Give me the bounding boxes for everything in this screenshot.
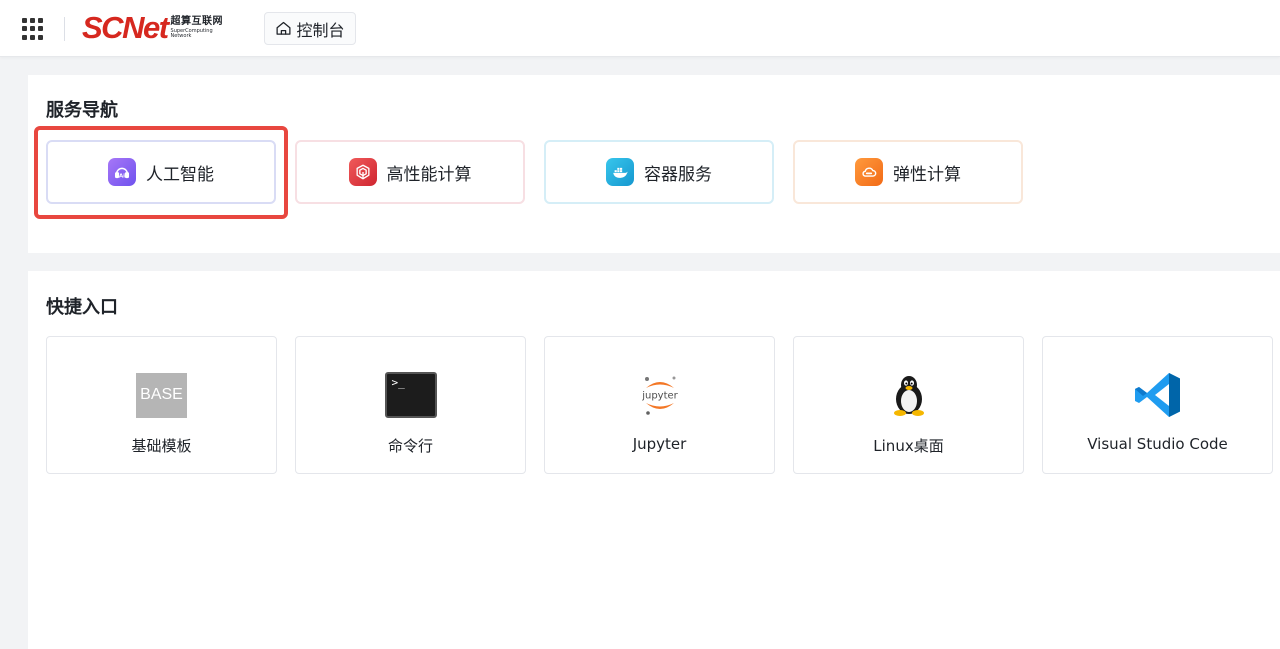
svg-text:Ai: Ai: [119, 173, 125, 179]
nav-card-container-label: 容器服务: [644, 164, 712, 185]
nav-card-elastic[interactable]: 弹性计算: [793, 140, 1023, 204]
nav-card-ai[interactable]: Ai 人工智能: [46, 140, 276, 204]
logo-subtitle: 超算互联网 SuperComputing Network: [171, 17, 224, 39]
quick-access-title: 快捷入口: [46, 297, 118, 318]
docker-icon: [606, 158, 634, 186]
nav-card-ai-label: 人工智能: [146, 164, 214, 185]
logo-text: SCNet: [82, 10, 169, 45]
base-badge-text: BASE: [136, 372, 187, 418]
logo-chinese-name: 超算互联网: [170, 16, 224, 27]
hpc-icon: [348, 158, 377, 186]
top-bar: SCNet 超算互联网 SuperComputing Network 控制台: [0, 0, 1280, 57]
quick-card-vscode-label: Visual Studio Code: [1087, 435, 1228, 453]
home-icon: [276, 21, 291, 35]
quick-access-panel: 快捷入口 BASE 基础模板 >_ 命令行 jupyter Jupyter Li…: [28, 271, 1280, 649]
nav-card-container[interactable]: 容器服务: [544, 140, 774, 204]
console-tab-label: 控制台: [296, 20, 345, 40]
quick-card-terminal[interactable]: >_ 命令行: [295, 336, 526, 474]
service-nav-panel: 服务导航 Ai 人工智能 高性能计算 容器服务 弹性计算: [28, 75, 1280, 253]
quick-card-terminal-label: 命令行: [387, 437, 433, 455]
nav-card-hpc-label: 高性能计算: [386, 164, 472, 185]
jupyter-logo: jupyter: [641, 376, 678, 415]
divider: [64, 17, 65, 41]
quick-card-base-template-label: 基础模板: [131, 437, 192, 455]
base-template-icon: BASE: [47, 369, 276, 421]
cloud-icon: [855, 158, 883, 186]
apps-grid-icon[interactable]: [22, 18, 44, 40]
scnet-logo[interactable]: SCNet 超算互联网 SuperComputing Network: [82, 11, 223, 45]
nav-card-elastic-label: 弹性计算: [893, 164, 961, 185]
console-tab[interactable]: 控制台: [264, 12, 356, 45]
logo-english-line2: Network: [170, 33, 192, 39]
terminal-icon: >_: [296, 369, 525, 421]
jupyter-logo-text: jupyter: [641, 391, 678, 402]
linux-penguin-icon: [794, 369, 1023, 421]
quick-card-linux-desktop[interactable]: Linux桌面: [793, 336, 1024, 474]
ai-icon: Ai: [108, 158, 136, 186]
quick-card-vscode[interactable]: Visual Studio Code: [1042, 336, 1273, 474]
quick-card-base-template[interactable]: BASE 基础模板: [46, 336, 277, 474]
quick-card-jupyter[interactable]: jupyter Jupyter: [544, 336, 775, 474]
quick-card-linux-desktop-label: Linux桌面: [873, 437, 944, 455]
terminal-prompt-text: >_: [391, 376, 405, 389]
jupyter-icon: jupyter: [545, 369, 774, 421]
vscode-icon: [1043, 369, 1272, 421]
service-nav-title: 服务导航: [46, 100, 118, 121]
nav-card-hpc[interactable]: 高性能计算: [295, 140, 525, 204]
quick-card-jupyter-label: Jupyter: [632, 435, 687, 453]
